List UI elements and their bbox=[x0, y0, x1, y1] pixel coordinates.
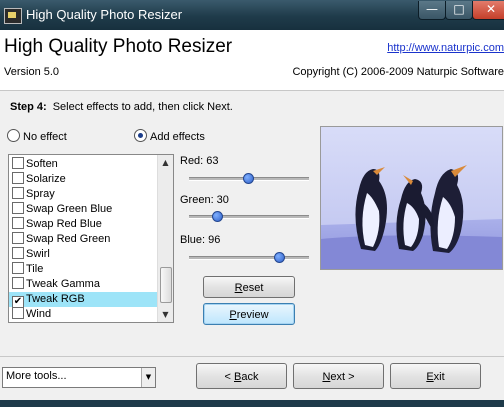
list-item[interactable]: Soften bbox=[9, 157, 157, 172]
next-button[interactable]: Next > bbox=[293, 363, 384, 389]
effect-label: Swirl bbox=[26, 248, 50, 260]
list-scrollbar[interactable]: ▲ ▼ bbox=[157, 155, 173, 322]
more-tools-dropdown[interactable]: More tools... ▼ bbox=[2, 367, 156, 388]
list-item[interactable]: Swirl bbox=[9, 247, 157, 262]
effect-checkbox[interactable] bbox=[12, 262, 24, 274]
reset-button[interactable]: Reset bbox=[203, 276, 295, 298]
effect-checkbox[interactable] bbox=[12, 277, 24, 289]
effect-label: Wind bbox=[26, 308, 52, 320]
reset-accel: R bbox=[234, 282, 243, 294]
scroll-down-icon[interactable]: ▼ bbox=[158, 307, 173, 322]
back-prefix: < bbox=[224, 371, 234, 383]
next-label: ext > bbox=[330, 371, 355, 383]
effect-label: Swap Red Blue bbox=[26, 218, 102, 230]
exit-button[interactable]: Exit bbox=[390, 363, 481, 389]
chevron-down-icon[interactable]: ▼ bbox=[141, 368, 155, 387]
effect-checkbox[interactable] bbox=[12, 202, 24, 214]
effect-checkbox[interactable] bbox=[12, 232, 24, 244]
red-slider[interactable] bbox=[189, 173, 309, 184]
list-item[interactable]: Wind bbox=[9, 307, 157, 322]
window-frame-bottom bbox=[0, 400, 504, 407]
back-label: ack bbox=[241, 371, 259, 383]
close-button[interactable]: ✕ bbox=[472, 1, 504, 20]
app-window: High Quality Photo Resizer — □ ✕ High Qu… bbox=[0, 0, 504, 407]
more-tools-value: More tools... bbox=[6, 370, 67, 382]
effect-checkbox[interactable] bbox=[12, 217, 24, 229]
penguins-image bbox=[321, 127, 502, 269]
app-heading: High Quality Photo Resizer bbox=[4, 36, 233, 57]
maximize-button[interactable]: □ bbox=[445, 1, 473, 20]
title-bar[interactable]: High Quality Photo Resizer — □ ✕ bbox=[0, 0, 504, 30]
effect-label: Swap Green Blue bbox=[26, 203, 113, 215]
list-item[interactable]: Tile bbox=[9, 262, 157, 277]
blue-slider[interactable] bbox=[189, 252, 309, 263]
list-item[interactable]: Swap Red Blue bbox=[9, 217, 157, 232]
effect-label: Soften bbox=[26, 158, 58, 170]
radio-no-effect[interactable]: No effect bbox=[7, 129, 67, 143]
list-item[interactable]: Swap Red Green bbox=[9, 232, 157, 247]
minimize-icon: — bbox=[426, 2, 438, 16]
effect-label: Tweak Gamma bbox=[26, 278, 100, 290]
maximize-icon: □ bbox=[453, 2, 465, 16]
green-slider-thumb[interactable] bbox=[212, 211, 223, 222]
blue-label: Blue: 96 bbox=[180, 234, 221, 246]
header-panel: High Quality Photo Resizer http://www.na… bbox=[0, 30, 504, 91]
bottom-divider bbox=[0, 356, 504, 357]
reset-label: eset bbox=[242, 282, 264, 294]
exit-label: xit bbox=[433, 371, 445, 383]
app-icon bbox=[4, 8, 22, 24]
step-text: Select effects to add, then click Next. bbox=[52, 101, 233, 113]
preview-button[interactable]: Preview bbox=[203, 303, 295, 325]
preview-label: review bbox=[236, 309, 269, 321]
effect-checkbox[interactable] bbox=[12, 247, 24, 259]
close-icon: ✕ bbox=[485, 2, 497, 16]
radio-add-effects[interactable]: Add effects bbox=[134, 129, 205, 143]
effect-checkbox[interactable] bbox=[12, 157, 24, 169]
exit-accel: E bbox=[426, 371, 434, 383]
effect-label: Tile bbox=[26, 263, 44, 275]
step-instructions: Step 4: Select effects to add, then click… bbox=[10, 101, 233, 113]
scroll-up-icon[interactable]: ▲ bbox=[158, 155, 173, 170]
radio-no-effect-label: No effect bbox=[23, 131, 67, 143]
effect-label: Tweak RGB bbox=[26, 293, 85, 305]
effect-checkbox[interactable] bbox=[12, 307, 24, 319]
image-preview bbox=[320, 126, 503, 270]
website-link[interactable]: http://www.naturpic.com bbox=[387, 42, 504, 54]
effects-list[interactable]: Soften Solarize Spray Swap Green Blue Swap R… bbox=[8, 154, 174, 323]
minimize-button[interactable]: — bbox=[418, 1, 446, 20]
green-slider[interactable] bbox=[189, 211, 309, 222]
window-title: High Quality Photo Resizer bbox=[26, 7, 183, 22]
effect-checkbox[interactable] bbox=[12, 172, 24, 184]
preview-accel: P bbox=[229, 309, 237, 321]
copyright-label: Copyright (C) 2006-2009 Naturpic Softwar… bbox=[292, 66, 504, 78]
list-item[interactable]: Solarize bbox=[9, 172, 157, 187]
effect-label: Spray bbox=[26, 188, 55, 200]
radio-add-effects-label: Add effects bbox=[150, 131, 205, 143]
red-label: Red: 63 bbox=[180, 155, 219, 167]
step-number: Step 4: bbox=[10, 101, 47, 113]
effect-label: Swap Red Green bbox=[26, 233, 111, 245]
list-item[interactable]: Swap Green Blue bbox=[9, 202, 157, 217]
radio-add-effects-circle[interactable] bbox=[134, 129, 147, 142]
list-item[interactable]: ✔ Tweak RGB bbox=[9, 292, 157, 308]
red-slider-thumb[interactable] bbox=[243, 173, 254, 184]
scroll-thumb[interactable] bbox=[160, 267, 172, 303]
blue-slider-thumb[interactable] bbox=[274, 252, 285, 263]
version-label: Version 5.0 bbox=[4, 66, 60, 78]
radio-no-effect-circle[interactable] bbox=[7, 129, 20, 142]
effect-checkbox[interactable] bbox=[12, 187, 24, 199]
green-label: Green: 30 bbox=[180, 194, 229, 206]
back-button[interactable]: < Back bbox=[196, 363, 287, 389]
effect-label: Solarize bbox=[26, 173, 66, 185]
list-item[interactable]: Tweak Gamma bbox=[9, 277, 157, 292]
list-item[interactable]: Spray bbox=[9, 187, 157, 202]
